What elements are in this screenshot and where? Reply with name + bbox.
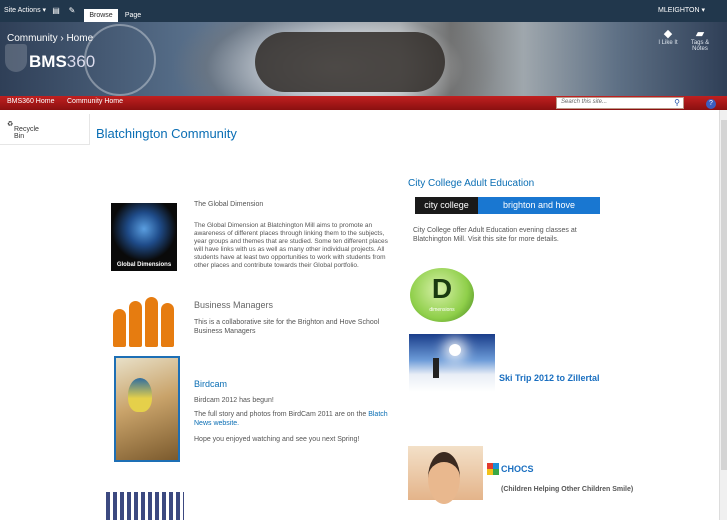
managers-heading[interactable]: Business Managers (194, 301, 273, 310)
i-like-it-label: I Like It (658, 40, 678, 46)
recycle-bin-text: Recycle Bin (14, 126, 39, 140)
navigate-up-icon[interactable]: ▤ (50, 5, 62, 17)
college-body: City College offer Adult Education eveni… (413, 227, 577, 243)
chocs-logo-icon (487, 463, 499, 475)
tags-notes-label: Tags & Notes (690, 40, 710, 52)
banner-city-college: city college (415, 197, 478, 214)
edit-page-icon[interactable]: ✎ (66, 5, 78, 17)
breadcrumb[interactable]: Community › Home (7, 33, 93, 44)
banner-brighton-hove: brighton and hove (478, 197, 600, 214)
birdcam-line2-text: The full story and photos from BirdCam 2… (194, 411, 367, 418)
site-logo[interactable]: BMS360 (29, 52, 95, 72)
note-icon: ▰ (695, 28, 705, 40)
tags-notes-button[interactable]: ▰ Tags & Notes (686, 27, 714, 52)
dimensions-letter: D (431, 273, 453, 304)
global-dimensions-caption: Global Dimensions (116, 262, 172, 268)
ribbon-bar: Site Actions ▾ ▤ ✎ Browse Page MLEIGHTON… (0, 0, 727, 22)
qr-code-image[interactable] (106, 492, 184, 520)
site-actions-menu[interactable]: Site Actions ▾ (4, 0, 46, 22)
search-input[interactable]: Search this site... ⚲ (556, 97, 684, 109)
scrollbar-thumb[interactable] (721, 120, 727, 470)
nav-bms360-home[interactable]: BMS360 Home (7, 98, 54, 105)
birdcam-image[interactable] (114, 356, 180, 462)
page-title: Blatchington Community (96, 126, 237, 141)
birdcam-line2: The full story and photos from BirdCam 2… (194, 410, 394, 428)
global-body: The Global Dimension at Blatchington Mil… (194, 222, 388, 269)
tab-page[interactable]: Page (118, 9, 148, 22)
business-managers-image[interactable] (110, 295, 180, 347)
search-icon[interactable]: ⚲ (674, 98, 680, 107)
i-like-it-button[interactable]: ◆ I Like It (654, 27, 682, 46)
birdcam-line1: Birdcam 2012 has begun! (194, 397, 274, 404)
chocs-subtitle: (Children Helping Other Children Smile) (501, 486, 634, 493)
school-crest-icon (5, 44, 27, 72)
chocs-image[interactable] (408, 446, 483, 504)
dimensions-caption: dimensions (429, 307, 455, 313)
birdcam-line3: Hope you enjoyed watching and see you ne… (194, 436, 360, 443)
scrollbar[interactable] (719, 110, 727, 520)
user-menu[interactable]: MLEIGHTON ▾ (658, 6, 705, 14)
global-heading: The Global Dimension (194, 201, 264, 208)
search-placeholder: Search this site... (561, 99, 608, 105)
site-header: Community › Home BMS360 ◆ I Like It ▰ Tags… (0, 22, 727, 96)
college-heading[interactable]: City College Adult Education (408, 179, 534, 189)
global-dimensions-image[interactable]: Global Dimensions (111, 203, 177, 271)
nav-community-home[interactable]: Community Home (67, 98, 123, 105)
logo-light: 360 (66, 52, 96, 71)
ski-trip-image[interactable] (409, 334, 495, 392)
managers-body: This is a collaborative site for the Bri… (194, 319, 380, 335)
city-college-banner[interactable]: city college brighton and hove (415, 197, 600, 214)
tag-icon: ◆ (663, 28, 673, 40)
dimensions-logo[interactable]: Ddimensions (410, 268, 474, 322)
birdcam-heading[interactable]: Birdcam (194, 380, 227, 389)
rock-image (255, 32, 445, 92)
recycle-bin-label: ♻ Recycle Bin (7, 121, 39, 140)
tab-browse[interactable]: Browse (84, 9, 118, 22)
chocs-link[interactable]: CHOCS (501, 464, 534, 474)
ski-trip-link[interactable]: Ski Trip 2012 to Zillertal (499, 373, 600, 383)
logo-bold: BMS (29, 52, 67, 71)
help-icon[interactable]: ? (706, 99, 716, 109)
recycle-bin-link[interactable]: ♻ Recycle Bin (0, 114, 90, 145)
